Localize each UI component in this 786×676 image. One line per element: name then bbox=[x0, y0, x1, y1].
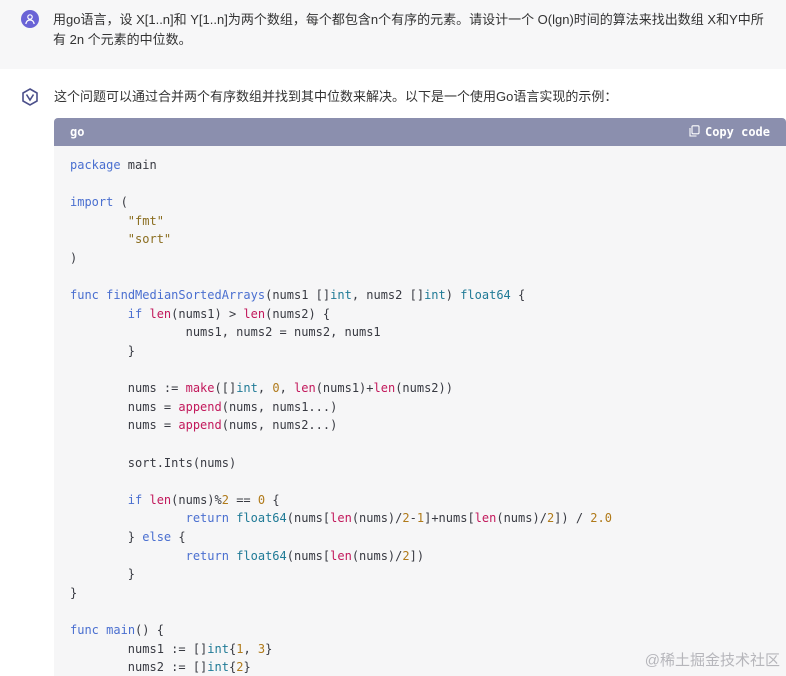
code-block: go Copy code package main import ( "fmt" … bbox=[54, 118, 786, 676]
code-line: nums = append(nums, nums2...) bbox=[70, 418, 338, 433]
code-line: package main bbox=[70, 158, 157, 172]
assistant-logo-icon bbox=[20, 87, 40, 107]
code-language-label: go bbox=[70, 125, 85, 139]
code-line: nums := make([]int, 0, len(nums1)+len(nu… bbox=[70, 381, 453, 396]
code-line: "fmt" bbox=[127, 213, 164, 228]
code-header: go Copy code bbox=[54, 118, 786, 146]
code-line: func findMedianSortedArrays(nums1 []int,… bbox=[70, 288, 526, 303]
code-line: return float64(nums[len(nums)/2]) bbox=[185, 548, 425, 563]
code-line: nums1 := []int{1, 3} bbox=[70, 641, 273, 656]
code-line: } bbox=[70, 567, 136, 582]
code-line: sort.Ints(nums) bbox=[70, 455, 237, 470]
assistant-intro-text: 这个问题可以通过合并两个有序数组并找到其中位数来解决。以下是一个使用Go语言实现… bbox=[54, 89, 618, 104]
user-message-row: 用go语言，设 X[1..n]和 Y[1..n]为两个数组，每个都包含n个有序的… bbox=[0, 0, 786, 69]
code-line: ) bbox=[70, 251, 78, 265]
code-line: nums = append(nums, nums1...) bbox=[70, 399, 338, 414]
code-line: return float64(nums[len(nums)/2-1]+nums[… bbox=[185, 511, 612, 526]
code-line: } else { bbox=[70, 530, 186, 544]
code-line: import ( bbox=[70, 195, 128, 210]
copy-code-label: Copy code bbox=[704, 125, 770, 139]
code-line: "sort" bbox=[127, 232, 172, 247]
code-line: nums2 := []int{2} bbox=[70, 660, 251, 675]
code-line: if len(nums)%2 == 0 { bbox=[127, 492, 280, 507]
code-body: package main import ( "fmt" "sort") func f… bbox=[54, 146, 786, 676]
code-line: func main() { bbox=[70, 623, 164, 637]
user-icon bbox=[21, 10, 39, 28]
copy-code-button[interactable]: Copy code bbox=[689, 124, 770, 140]
user-message-text: 用go语言，设 X[1..n]和 Y[1..n]为两个数组，每个都包含n个有序的… bbox=[53, 12, 764, 47]
copy-icon bbox=[689, 124, 700, 140]
code-line: } bbox=[70, 585, 78, 600]
code-line: if len(nums1) > len(nums2) { bbox=[127, 306, 331, 321]
code-line: } bbox=[70, 344, 136, 358]
code-line: nums1, nums2 = nums2, nums1 bbox=[70, 325, 381, 340]
watermark: @稀土掘金技术社区 bbox=[644, 652, 780, 669]
